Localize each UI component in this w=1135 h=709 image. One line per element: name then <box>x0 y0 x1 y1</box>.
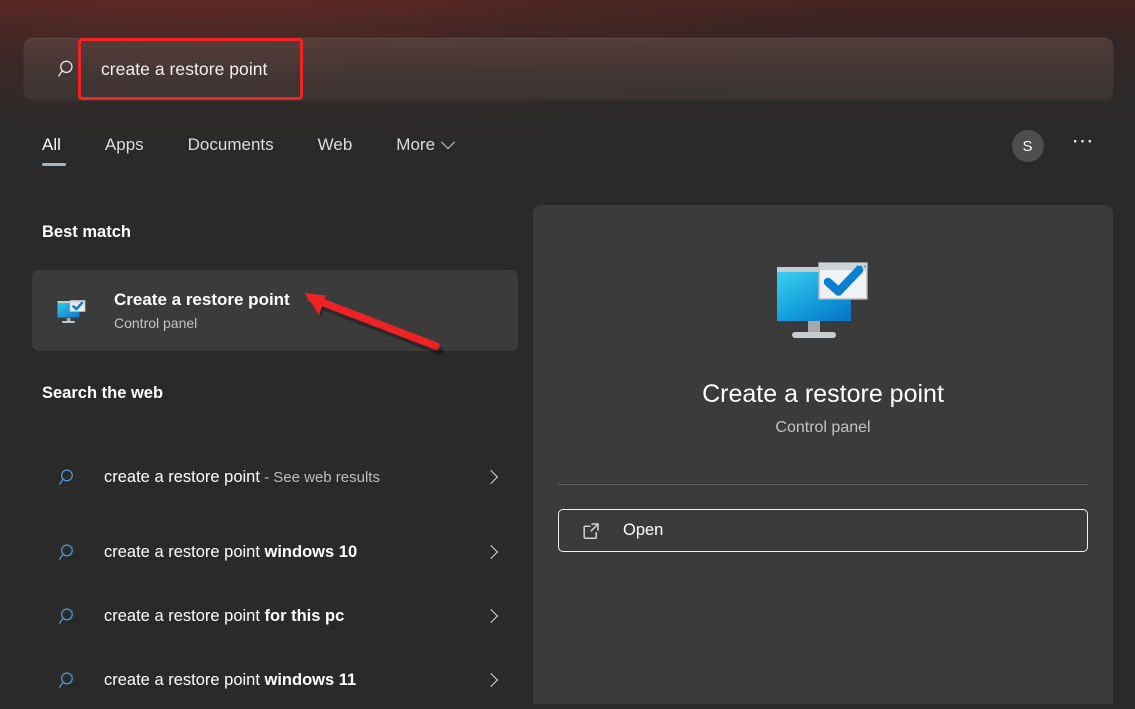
results-column: Best match Create a restore <box>0 196 533 704</box>
best-match-heading: Best match <box>42 223 131 242</box>
chevron-right-icon[interactable] <box>484 673 498 687</box>
ellipsis-icon[interactable]: ⋯ <box>1072 134 1096 148</box>
avatar-initial: S <box>1022 138 1032 155</box>
web-result-suffix: windows 11 <box>265 671 357 689</box>
search-icon <box>54 602 82 630</box>
web-result-row[interactable]: create a restore point windows 11 <box>32 651 518 709</box>
preview-panel: Create a restore point Control panel Ope… <box>533 205 1113 704</box>
preview-title: Create a restore point <box>533 378 1113 410</box>
tab-all-label: All <box>42 134 61 156</box>
best-match-title: Create a restore point <box>114 289 290 311</box>
search-icon <box>54 538 82 566</box>
best-match-subtitle: Control panel <box>114 313 290 333</box>
web-result-row[interactable]: create a restore point for this pc <box>32 587 518 645</box>
preview-subtitle: Control panel <box>533 417 1113 439</box>
web-result-row[interactable]: create a restore point - See web results <box>32 438 518 516</box>
web-result-label: create a restore point windows 10 <box>104 539 486 566</box>
web-result-label: create a restore point for this pc <box>104 603 486 630</box>
best-match-text: Create a restore point Control panel <box>114 289 290 333</box>
tab-apps[interactable]: Apps <box>105 134 144 166</box>
search-icon <box>54 463 82 491</box>
tab-more-label: More <box>396 134 435 156</box>
web-result-label: create a restore point windows 11 <box>104 667 486 694</box>
search-the-web-heading: Search the web <box>42 384 163 403</box>
web-result-query: create a restore point <box>104 543 265 561</box>
web-result-query: create a restore point <box>104 671 265 689</box>
search-tab-bar: All Apps Documents Web More S ⋯ <box>42 134 1115 180</box>
preview-divider <box>558 484 1088 485</box>
open-button-label: Open <box>623 521 663 540</box>
web-result-query: create a restore point <box>104 468 260 486</box>
chevron-right-icon[interactable] <box>484 470 498 484</box>
web-result-row[interactable]: create a restore point windows 10 <box>32 523 518 581</box>
chevron-down-icon <box>441 135 455 149</box>
open-button[interactable]: Open <box>558 509 1088 552</box>
search-bar[interactable] <box>24 38 1113 100</box>
tab-documents-label: Documents <box>188 134 274 156</box>
search-input[interactable] <box>101 49 1093 89</box>
avatar[interactable]: S <box>1012 130 1044 162</box>
tab-web[interactable]: Web <box>318 134 353 166</box>
web-result-suffix: for this pc <box>265 607 345 625</box>
tab-more[interactable]: More <box>396 134 453 166</box>
tab-all[interactable]: All <box>42 134 61 166</box>
web-result-label: create a restore point - See web results <box>104 464 486 491</box>
search-icon <box>53 54 83 84</box>
web-result-trailer: - See web results <box>260 469 380 486</box>
web-result-query: create a restore point <box>104 607 265 625</box>
restore-point-monitor-icon <box>54 294 88 328</box>
chevron-right-icon[interactable] <box>484 545 498 559</box>
restore-point-monitor-icon <box>767 253 879 349</box>
tab-documents[interactable]: Documents <box>188 134 274 166</box>
tab-apps-label: Apps <box>105 134 144 156</box>
chevron-right-icon[interactable] <box>484 609 498 623</box>
tab-web-label: Web <box>318 134 353 156</box>
external-link-icon <box>581 521 601 541</box>
best-match-result[interactable]: Create a restore point Control panel <box>32 270 518 351</box>
search-icon <box>54 666 82 694</box>
web-result-suffix: windows 10 <box>265 543 358 561</box>
